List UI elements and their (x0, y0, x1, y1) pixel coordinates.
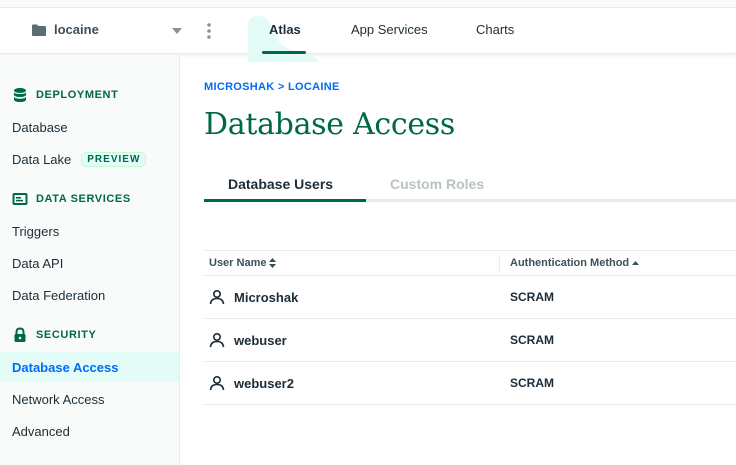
more-options-icon[interactable] (204, 22, 214, 40)
nav-tab-atlas-indicator (262, 51, 306, 54)
folder-icon (32, 24, 46, 36)
table-row[interactable]: webuser SCRAM (204, 319, 736, 362)
breadcrumb: MICROSHAK > LOCAINE (204, 81, 340, 93)
sidebar-section-title: SECURITY (36, 329, 97, 341)
project-selector[interactable]: locaine (32, 22, 99, 37)
auth-method-cell: SCRAM (510, 333, 554, 347)
sidebar-item-data-lake[interactable]: Data Lake PREVIEW (0, 144, 179, 174)
preview-badge: PREVIEW (81, 151, 147, 167)
user-name-cell: webuser (234, 333, 287, 348)
sidebar-item-data-api[interactable]: Data API (0, 248, 179, 278)
breadcrumb-separator: > (277, 81, 285, 93)
active-tab-indicator (204, 199, 366, 202)
sidebar-item-label: Data API (12, 255, 64, 271)
sidebar-item-label: Network Access (12, 391, 105, 407)
users-table: User Name Authentication Method Microsha… (204, 250, 736, 405)
top-header: locaine Atlas App Services Charts (0, 8, 736, 62)
sidebar-item-label: Database (12, 119, 68, 135)
sort-ascending-icon (632, 261, 640, 265)
user-name-cell: webuser2 (234, 376, 294, 391)
sidebar-section-data-services: DATA SERVICES (12, 191, 131, 207)
table-row[interactable]: webuser2 SCRAM (204, 362, 736, 405)
caret-down-icon[interactable] (172, 28, 182, 34)
column-header-auth-method[interactable]: Authentication Method (510, 257, 640, 269)
nav-tab-charts[interactable]: Charts (476, 22, 514, 37)
table-row[interactable]: Microshak SCRAM (204, 276, 736, 319)
lock-icon (14, 327, 26, 342)
data-services-icon (12, 193, 28, 205)
sort-both-icon (269, 258, 277, 268)
nav-tab-atlas[interactable]: Atlas (269, 22, 301, 37)
table-header: User Name Authentication Method (204, 250, 736, 276)
user-icon (209, 289, 225, 305)
auth-method-cell: SCRAM (510, 290, 554, 304)
project-name: locaine (54, 22, 99, 37)
sidebar-item-label: Data Lake (12, 151, 72, 167)
user-icon (209, 375, 225, 391)
top-strip (0, 0, 736, 8)
sidebar-section-security: SECURITY (12, 327, 96, 343)
page-title: Database Access (204, 107, 455, 142)
breadcrumb-org[interactable]: MICROSHAK (204, 81, 275, 93)
user-icon (209, 332, 225, 348)
tab-custom-roles[interactable]: Custom Roles (390, 176, 484, 192)
sidebar-item-label: Triggers (12, 223, 60, 239)
sidebar-item-label: Data Federation (12, 287, 106, 303)
column-divider (499, 255, 500, 272)
database-icon (14, 88, 26, 102)
sidebar-item-label: Advanced (12, 423, 70, 439)
nav-tab-app-services[interactable]: App Services (351, 22, 428, 37)
sidebar-item-database-access[interactable]: Database Access (0, 352, 179, 382)
sidebar-section-title: DEPLOYMENT (36, 89, 119, 101)
auth-method-cell: SCRAM (510, 376, 554, 390)
sidebar-item-advanced[interactable]: Advanced (0, 416, 179, 446)
user-name-cell: Microshak (234, 290, 299, 305)
breadcrumb-project[interactable]: LOCAINE (288, 81, 340, 93)
tab-database-users[interactable]: Database Users (228, 176, 333, 192)
sidebar-item-triggers[interactable]: Triggers (0, 216, 179, 246)
sidebar-item-database[interactable]: Database (0, 112, 179, 142)
sidebar: DEPLOYMENT Database Data Lake PREVIEW DA… (0, 55, 180, 465)
sidebar-item-data-federation[interactable]: Data Federation (0, 280, 179, 310)
sidebar-section-deployment: DEPLOYMENT (12, 87, 118, 103)
sidebar-item-network-access[interactable]: Network Access (0, 384, 179, 414)
sidebar-item-label: Database Access (12, 359, 119, 375)
sidebar-section-title: DATA SERVICES (36, 193, 131, 205)
column-header-user-name[interactable]: User Name (209, 257, 277, 269)
